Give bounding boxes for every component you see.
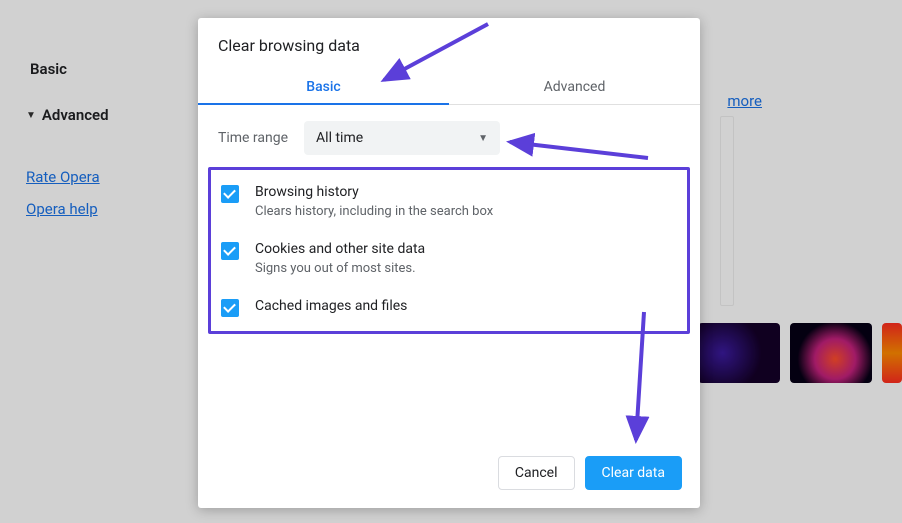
checkbox-checked[interactable] [221,299,239,317]
option-text: Cached images and files [255,298,407,317]
time-range-value: All time [316,130,363,146]
clear-data-dialog: Clear browsing data Basic Advanced Time … [198,18,700,508]
time-range-row: Time range All time ▼ [198,105,700,167]
caret-down-icon: ▼ [478,133,488,144]
option-desc: Clears history, including in the search … [255,204,493,219]
annotation-highlight-box: Browsing history Clears history, includi… [208,167,690,334]
option-text: Browsing history Clears history, includi… [255,184,493,219]
checkbox-checked[interactable] [221,242,239,260]
checkbox-checked[interactable] [221,185,239,203]
dialog-body: Time range All time ▼ Browsing history C… [198,105,700,442]
option-title: Browsing history [255,184,493,200]
dialog-title: Clear browsing data [198,18,700,69]
tab-advanced[interactable]: Advanced [449,69,700,104]
option-text: Cookies and other site data Signs you ou… [255,241,425,276]
clear-data-button[interactable]: Clear data [585,456,682,490]
option-cookies[interactable]: Cookies and other site data Signs you ou… [221,241,677,276]
option-cache[interactable]: Cached images and files [221,298,677,317]
dialog-tabs: Basic Advanced [198,69,700,105]
time-range-label: Time range [218,130,288,146]
option-browsing-history[interactable]: Browsing history Clears history, includi… [221,184,677,219]
option-desc: Signs you out of most sites. [255,261,425,276]
option-title: Cookies and other site data [255,241,425,257]
option-title: Cached images and files [255,298,407,314]
time-range-select[interactable]: All time ▼ [304,121,500,155]
cancel-button[interactable]: Cancel [498,456,575,490]
tab-basic[interactable]: Basic [198,69,449,104]
dialog-footer: Cancel Clear data [198,442,700,508]
